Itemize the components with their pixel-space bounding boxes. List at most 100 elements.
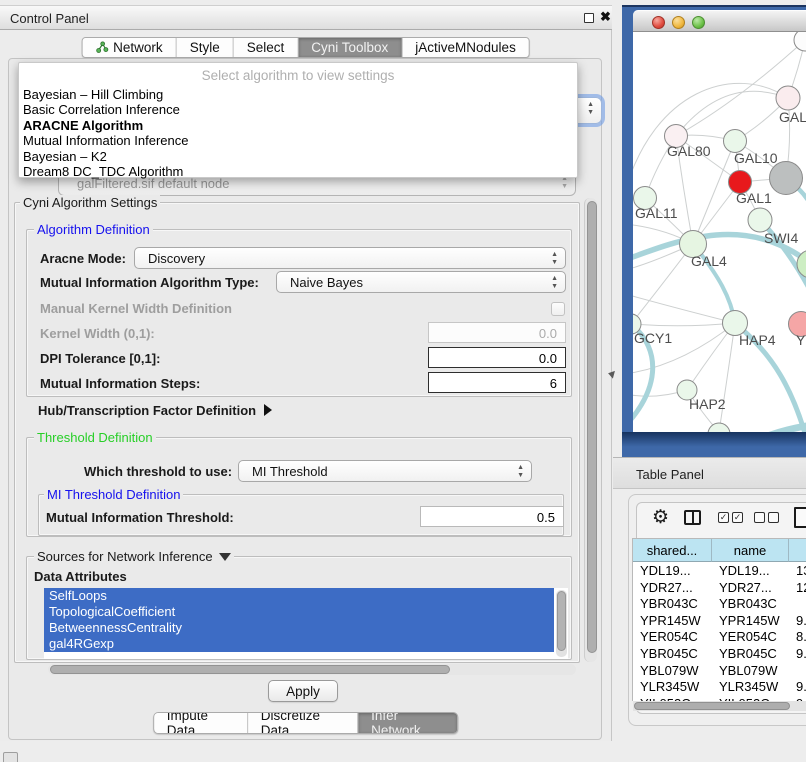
sources-toggle[interactable]: Sources for Network Inference <box>34 549 234 564</box>
settings-vertical-scrollbar[interactable] <box>584 198 597 662</box>
network-node-label: GAL4 <box>691 253 727 269</box>
network-node-label: GCY1 <box>634 330 672 346</box>
dropdown-item-mutual-information-inference[interactable]: Mutual Information Inference <box>19 133 577 148</box>
table-cell: YDL19... <box>712 562 789 579</box>
tab-infer-network[interactable]: Infer Network <box>358 713 457 733</box>
tab-impute-data[interactable]: Impute Data <box>154 713 248 733</box>
splitter-arrow-icon[interactable] <box>607 369 615 378</box>
control-panel-title: Control Panel <box>10 11 89 26</box>
attributes-scrollbar-thumb[interactable] <box>557 591 566 651</box>
table-row[interactable]: YBR043CYBR043C <box>633 595 806 612</box>
tab-select[interactable]: Select <box>234 38 299 57</box>
table-row[interactable]: YPR145WYPR145W9. <box>633 612 806 629</box>
combo-stepper-icon: ▲▼ <box>587 101 594 117</box>
tab-style[interactable]: Style <box>177 38 234 57</box>
node-table: shared...nameA YDL19...YDL19...13YDR27..… <box>632 538 806 701</box>
attributes-scrollbar[interactable] <box>556 590 567 657</box>
mi-threshold-input[interactable]: 0.5 <box>420 506 564 527</box>
dropdown-item-aracne-algorithm[interactable]: ARACNE Algorithm <box>19 118 577 133</box>
combo-stepper-icon: ▲▼ <box>551 251 558 267</box>
network-node-label: GAL1 <box>736 190 772 206</box>
settings-vertical-scrollbar-thumb[interactable] <box>587 201 597 653</box>
mi-steps-input[interactable]: 6 <box>428 372 566 393</box>
minimized-panel-icon[interactable] <box>3 752 18 762</box>
float-window-icon[interactable] <box>584 13 594 23</box>
dropdown-items: Bayesian – Hill ClimbingBasic Correlatio… <box>19 87 577 179</box>
network-node-unlabeled[interactable] <box>708 423 730 432</box>
table-row[interactable]: YBL079WYBL079W <box>633 662 806 679</box>
dropdown-item-bayesian-hill-climbing[interactable]: Bayesian – Hill Climbing <box>19 87 577 102</box>
which-threshold-select[interactable]: MI Threshold ▲▼ <box>238 460 532 482</box>
zoom-traffic-light-icon[interactable] <box>692 16 705 29</box>
network-node-label: GAL80 <box>667 143 711 159</box>
table-cell <box>789 662 806 679</box>
tab-cyni-toolbox[interactable]: Cyni Toolbox <box>298 38 402 57</box>
table-row[interactable]: YDR27...YDR27...12 <box>633 579 806 596</box>
table-row[interactable]: YLR345WYLR345W9. <box>633 678 806 695</box>
combo-stepper-icon: ▲▼ <box>551 275 558 291</box>
table-cell: YDL19... <box>633 562 712 579</box>
column-header-shared[interactable]: shared... <box>633 539 712 562</box>
sources-title: Sources for Network Inference <box>37 549 213 564</box>
mi-type-select[interactable]: Naive Bayes ▲▼ <box>276 271 566 293</box>
control-panel-titlebar[interactable]: Control Panel ✖ <box>0 5 612 30</box>
table-panel-titlebar[interactable]: Table Panel <box>613 457 806 489</box>
table-panel-title: Table Panel <box>636 467 704 482</box>
kernel-width-label: Kernel Width (0,1): <box>40 326 155 341</box>
table-row[interactable]: YDL19...YDL19...13 <box>633 562 806 579</box>
table-horizontal-scrollbar[interactable] <box>633 701 806 711</box>
cyni-algorithm-settings-title: Cyni Algorithm Settings <box>20 195 160 210</box>
combo-stepper-icon: ▲▼ <box>517 464 524 480</box>
table-header-row: shared...nameA <box>633 539 806 562</box>
tab-label: Select <box>247 40 285 55</box>
select-all-icon[interactable]: ✓✓ <box>718 512 743 523</box>
network-canvas[interactable]: GALGAL80GAL10GAL1GAL11SWI4GAL4GCY1HAP4YH… <box>633 32 806 432</box>
network-view-window: GALGAL80GAL10GAL1GAL11SWI4GAL4GCY1HAP4YH… <box>622 5 806 457</box>
close-traffic-light-icon[interactable] <box>652 16 665 29</box>
network-node-gal[interactable] <box>776 86 800 110</box>
data-attributes-label: Data Attributes <box>34 569 127 584</box>
network-window-titlebar[interactable] <box>633 10 806 32</box>
network-node-label: SWI4 <box>764 230 798 246</box>
table-cell: YBR043C <box>633 595 712 612</box>
attribute-item-betweennesscentrality[interactable]: BetweennessCentrality <box>44 620 554 636</box>
dropdown-item-dream8-dc-tdc-algorithm[interactable]: Dream8 DC_TDC Algorithm <box>19 164 577 179</box>
export-table-icon[interactable] <box>794 507 806 528</box>
close-icon[interactable]: ✖ <box>600 9 611 25</box>
deselect-all-icon[interactable] <box>754 512 779 523</box>
attribute-item-gal4rgexp[interactable]: gal4RGexp <box>44 636 554 652</box>
hub-definition-toggle[interactable]: Hub/Transcription Factor Definition <box>38 403 272 418</box>
apply-button[interactable]: Apply <box>268 680 338 702</box>
column-header-name[interactable]: name <box>712 539 789 562</box>
network-node-swi4[interactable] <box>748 208 772 232</box>
aracne-mode-select[interactable]: Discovery ▲▼ <box>134 247 566 269</box>
gear-icon[interactable]: ⚙ <box>652 506 669 529</box>
table-body: YDL19...YDL19...13YDR27...YDR27...12YBR0… <box>633 562 806 701</box>
network-window-bottom-frame <box>622 432 806 459</box>
settings-horizontal-scrollbar[interactable] <box>48 664 576 675</box>
table-cell: YER054C <box>633 628 712 645</box>
minimize-traffic-light-icon[interactable] <box>672 16 685 29</box>
table-cell: YDR27... <box>712 579 789 596</box>
table-row[interactable]: YBR045CYBR045C9. <box>633 645 806 662</box>
network-node-unlabeled[interactable] <box>770 162 803 195</box>
settings-horizontal-scrollbar-thumb[interactable] <box>50 665 450 674</box>
tab-network[interactable]: Network <box>82 38 177 57</box>
tab-discretize-data[interactable]: Discretize Data <box>248 713 358 733</box>
dropdown-item-basic-correlation-inference[interactable]: Basic Correlation Inference <box>19 102 577 117</box>
manual-kernel-checkbox[interactable] <box>551 302 565 316</box>
columns-icon[interactable] <box>684 510 701 525</box>
which-threshold-label: Which threshold to use: <box>84 464 232 479</box>
table-cell: 9. <box>789 678 806 695</box>
tab-jactivemnodules[interactable]: jActiveMNodules <box>402 38 529 57</box>
kernel-width-input[interactable]: 0.0 <box>428 322 566 343</box>
network-node-label: GAL10 <box>734 150 778 166</box>
dropdown-item-bayesian-k2[interactable]: Bayesian – K2 <box>19 149 577 164</box>
manual-kernel-label: Manual Kernel Width Definition <box>40 301 232 316</box>
attribute-item-topologicalcoefficient[interactable]: TopologicalCoefficient <box>44 604 554 620</box>
table-horizontal-scrollbar-thumb[interactable] <box>634 702 790 710</box>
attribute-item-selfloops[interactable]: SelfLoops <box>44 588 554 604</box>
column-header-a[interactable]: A <box>789 539 806 562</box>
table-row[interactable]: YER054CYER054C8. <box>633 628 806 645</box>
dpi-tolerance-input[interactable]: 0.0 <box>428 347 566 368</box>
